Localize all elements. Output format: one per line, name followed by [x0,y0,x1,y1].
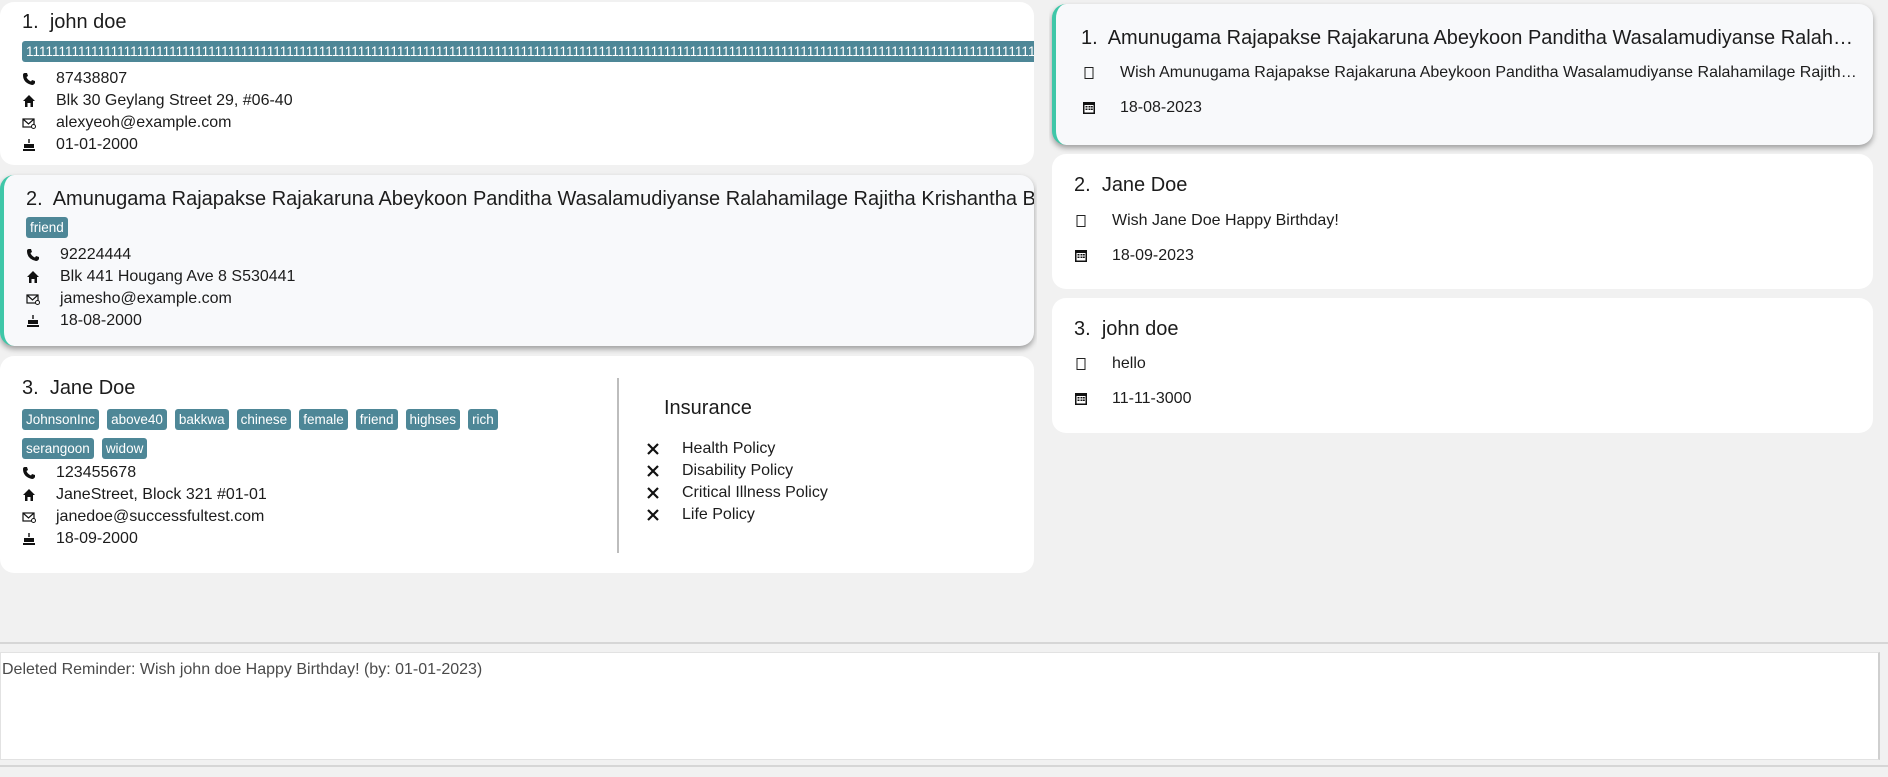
insurance-policy-row: Disability Policy [646,460,793,482]
insurance-policy-row: Critical Illness Policy [646,482,828,504]
person-list-panel[interactable]: 1. john doe 1111111111111111111111111111… [0,0,1037,622]
tag: bakkwa [174,409,229,430]
address-field: Blk 441 Hougang Ave 8 S530441 [26,266,295,288]
tag-list: 1111111111111111111111111111111111111111… [22,41,1034,62]
home-icon [22,488,36,502]
phone-field: 123455678 [22,462,136,484]
reminder-list-panel[interactable]: 1. Amunugama Rajapakse Rajakaruna Abeyko… [1049,0,1888,622]
tag-list: friend [26,217,68,238]
tag: female [299,409,348,430]
birthday-field: 01-01-2000 [22,134,138,156]
insurance-divider [617,378,619,553]
result-message: Deleted Reminder: Wish john doe Happy Bi… [2,661,483,678]
birthday-field: 18-08-2000 [26,310,142,332]
cross-icon [647,465,659,477]
tag: chinese [236,409,292,430]
reminder-card-selected[interactable]: 1. Amunugama Rajapakse Rajakaruna Abeyko… [1052,4,1873,145]
phone-field: 92224444 [26,244,131,266]
calendar-icon [1082,101,1096,115]
calendar-icon [1074,249,1088,263]
divider [0,642,1888,644]
address-field: Blk 30 Geylang Street 29, #06-40 [22,90,293,112]
reminder-name: 3. john doe [1074,318,1179,340]
result-display[interactable]: Deleted Reminder: Wish john doe Happy Bi… [0,652,1880,760]
email-field: alexyeoh@example.com [22,112,231,134]
cake-icon [22,532,36,546]
cross-icon [647,443,659,455]
cross-icon [647,509,659,521]
person-card-selected[interactable]: 2. Amunugama Rajapakse Rajakaruna Abeyko… [0,175,1034,346]
reminder-description: Wish Jane Doe Happy Birthday! [1074,210,1339,232]
tag-list: JohnsonInc above40 bakkwa chinese female… [22,409,542,459]
email-icon [26,292,40,306]
calendar-icon [1074,392,1088,406]
tag: rich [468,409,498,430]
reminder-date: 18-09-2023 [1074,245,1194,267]
address-field: JaneStreet, Block 321 #01-01 [22,484,267,506]
reminder-date: 18-08-2023 [1082,97,1202,119]
person-card[interactable]: 3. Jane Doe JohnsonInc above40 bakkwa ch… [0,356,1034,573]
insurance-policy-row: Life Policy [646,504,755,526]
person-name: 1. john doe [22,11,127,33]
home-icon [26,270,40,284]
phone-icon [22,466,36,480]
insurance-title: Insurance [664,397,752,419]
reminder-description: hello [1074,353,1146,375]
tag: above40 [107,409,167,430]
tag: JohnsonInc [22,409,100,430]
insurance-policy-row: Health Policy [646,438,775,460]
note-icon [1074,214,1088,228]
reminder-card[interactable]: 3. john doe hello 11-11-3000 [1052,298,1873,433]
email-icon [22,510,36,524]
home-icon [22,94,36,108]
phone-icon [22,72,36,86]
cake-icon [26,314,40,328]
tag: widow [101,438,148,459]
phone-field: 87438807 [22,68,127,90]
reminder-date: 11-11-3000 [1074,388,1191,410]
phone-icon [26,248,40,262]
email-field: jamesho@example.com [26,288,232,310]
person-card[interactable]: 1. john doe 1111111111111111111111111111… [0,2,1034,165]
note-icon [1074,357,1088,371]
cake-icon [22,138,36,152]
divider [0,765,1888,767]
reminder-name: 2. Jane Doe [1074,174,1188,196]
email-icon [22,116,36,130]
reminder-description: Wish Amunugama Rajapakse Rajakaruna Abey… [1082,62,1860,84]
birthday-field: 18-09-2000 [22,528,138,550]
person-name: 3. Jane Doe [22,377,136,399]
cross-icon [647,487,659,499]
tag: 1111111111111111111111111111111111111111… [22,41,1034,62]
note-icon [1082,66,1096,80]
tag: friend [26,217,68,238]
tag: friend [355,409,398,430]
tag: serangoon [22,438,94,459]
reminder-card[interactable]: 2. Jane Doe Wish Jane Doe Happy Birthday… [1052,154,1873,289]
tag: highses [405,409,461,430]
person-name: 2. Amunugama Rajapakse Rajakaruna Abeyko… [26,188,1034,210]
email-field: janedoe@successfultest.com [22,506,264,528]
reminder-name: 1. Amunugama Rajapakse Rajakaruna Abeyko… [1081,27,1861,49]
